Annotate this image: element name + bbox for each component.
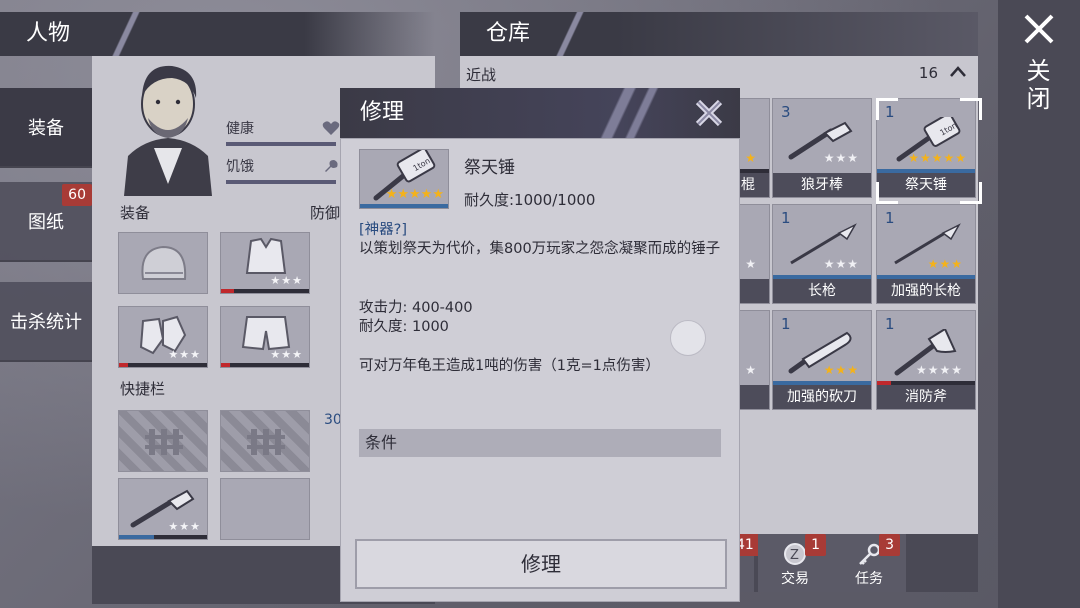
character-title-bar: 人物 bbox=[0, 12, 435, 56]
close-icon[interactable] bbox=[1022, 12, 1056, 46]
item-description: 以策划祭天为代价，集800万玩家之怨念凝聚而成的锤子 bbox=[359, 241, 721, 257]
item-rating: ★★★ bbox=[823, 151, 859, 165]
item-name: 祭天锤 bbox=[464, 158, 515, 178]
trade-label: 交易 bbox=[781, 571, 809, 587]
drumstick-icon bbox=[325, 160, 338, 172]
item-rating: ★★★★★ bbox=[385, 187, 444, 202]
tab-equipment-label: 装备 bbox=[28, 118, 64, 139]
tab-kill-stats-label: 击杀统计 bbox=[10, 312, 82, 333]
character-portrait bbox=[114, 56, 222, 196]
heart-icon bbox=[322, 121, 340, 135]
title-decoration bbox=[100, 12, 160, 56]
inventory-cell-spiked-club[interactable]: 3 ★★★ 狼牙棒 bbox=[772, 98, 872, 198]
pants-durability-bar bbox=[221, 363, 309, 367]
header-decoration bbox=[580, 88, 680, 138]
hunger-bar bbox=[226, 180, 336, 184]
item-effect: 可对万年龟王造成1吨的伤害（1克=1点伤害） bbox=[359, 358, 660, 374]
chevron-up-icon[interactable] bbox=[948, 62, 968, 82]
item-tag: [神器?] bbox=[359, 222, 408, 238]
inventory-cell-fire-axe[interactable]: 1 ★★★★ 消防斧 bbox=[876, 310, 976, 410]
item-durability: 耐久度:1000/1000 bbox=[464, 191, 596, 209]
close-icon[interactable] bbox=[692, 96, 726, 130]
pants-slot[interactable]: ★★★ bbox=[220, 306, 310, 368]
item-rating: ★★★ bbox=[823, 363, 859, 377]
trade-button[interactable]: Z 1 交易 bbox=[758, 534, 832, 592]
quickbar-slot-weapon[interactable]: ★★★ bbox=[118, 478, 208, 540]
gloves-durability-bar bbox=[119, 363, 207, 367]
item-name: 加强的长枪 bbox=[877, 279, 975, 303]
weapon-rating: ★★★ bbox=[168, 520, 201, 533]
item-rating: ★★★ bbox=[927, 257, 963, 271]
rating: ★ bbox=[745, 363, 757, 377]
quest-label: 任务 bbox=[855, 571, 883, 587]
svg-text:Z: Z bbox=[790, 548, 799, 563]
blueprints-badge: 60 bbox=[62, 184, 92, 206]
tab-blueprints-label: 图纸 bbox=[28, 212, 64, 233]
gloves-rating: ★★★ bbox=[168, 348, 201, 361]
pants-rating: ★★★ bbox=[270, 348, 303, 361]
repair-button[interactable]: 修理 bbox=[355, 539, 727, 589]
repair-modal: 修理 1ton ★★★★★ 祭天锤 耐久度:1000/1000 [神器?] 以策… bbox=[340, 88, 740, 602]
modal-header: 修理 bbox=[340, 88, 740, 138]
equipment-section-label: 装备 bbox=[120, 204, 151, 222]
title-decoration bbox=[544, 12, 604, 56]
health-bar bbox=[226, 142, 336, 146]
quickbar-label: 快捷栏 bbox=[120, 380, 166, 398]
defense-label: 防御 bbox=[310, 204, 341, 222]
item-rating: ★★★ bbox=[823, 257, 859, 271]
item-name: 长枪 bbox=[773, 279, 871, 303]
quickbar-slot-locked-2[interactable] bbox=[220, 410, 310, 472]
category-label: 近战 bbox=[466, 66, 497, 84]
tab-blueprints[interactable]: 图纸 60 bbox=[0, 182, 92, 262]
quickbar-slot-empty[interactable] bbox=[220, 478, 310, 540]
close-rail[interactable]: 关闭 bbox=[998, 0, 1080, 608]
item-rating: ★★★★ bbox=[915, 363, 963, 377]
inventory-title-bar: 仓库 bbox=[460, 12, 978, 56]
quickbar-slot-locked-1[interactable] bbox=[118, 410, 208, 472]
fence-icon bbox=[247, 429, 285, 455]
close-label[interactable]: 关闭 bbox=[1022, 58, 1054, 114]
item-icon-frame: 1ton ★★★★★ bbox=[359, 147, 449, 209]
quest-button[interactable]: 3 任务 bbox=[832, 534, 906, 592]
body-armor-slot[interactable]: ★★★ bbox=[220, 232, 310, 294]
coin-icon: Z bbox=[784, 543, 806, 565]
condition-header: 条件 bbox=[359, 429, 721, 457]
inventory-title: 仓库 bbox=[486, 21, 531, 46]
tab-kill-stats[interactable]: 击杀统计 bbox=[0, 282, 92, 362]
hunger-label: 饥饿 bbox=[226, 159, 254, 175]
item-name: 狼牙棒 bbox=[773, 173, 871, 197]
rating: ★ bbox=[745, 257, 757, 271]
helmet-slot[interactable] bbox=[118, 232, 208, 294]
gloves-slot[interactable]: ★★★ bbox=[118, 306, 208, 368]
selection-frame bbox=[876, 98, 982, 204]
item-count: 16 bbox=[918, 64, 938, 82]
modal-body: 1ton ★★★★★ 祭天锤 耐久度:1000/1000 [神器?] 以策划祭天… bbox=[340, 138, 740, 602]
rating: ★ bbox=[745, 151, 757, 165]
helmet-icon bbox=[141, 245, 187, 280]
trade-badge: 1 bbox=[805, 534, 826, 556]
attack-stat: 攻击力: 400-400 bbox=[359, 300, 473, 316]
touch-indicator bbox=[670, 320, 706, 356]
inventory-cell-reinforced-spear[interactable]: 1 ★★★ 加强的长枪 bbox=[876, 204, 976, 304]
weapon-durability-bar bbox=[119, 535, 207, 539]
armor-rating: ★★★ bbox=[270, 274, 303, 287]
armor-durability-bar bbox=[221, 289, 309, 293]
modal-title: 修理 bbox=[360, 100, 405, 125]
item-name: 加强的砍刀 bbox=[773, 385, 871, 409]
quest-badge: 3 bbox=[879, 534, 900, 556]
tab-equipment[interactable]: 装备 bbox=[0, 88, 92, 168]
fence-icon bbox=[145, 429, 183, 455]
health-label: 健康 bbox=[226, 121, 254, 137]
character-title: 人物 bbox=[26, 21, 71, 46]
item-durability-bar bbox=[360, 204, 448, 208]
inventory-cell-reinforced-machete[interactable]: 1 ★★★ 加强的砍刀 bbox=[772, 310, 872, 410]
inventory-cell-spear[interactable]: 1 ★★★ 长枪 bbox=[772, 204, 872, 304]
item-name: 消防斧 bbox=[877, 385, 975, 409]
